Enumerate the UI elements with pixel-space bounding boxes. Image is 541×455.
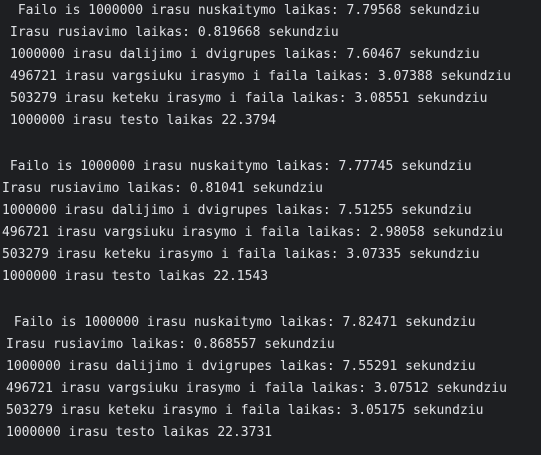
console-line: 1000000 irasu testo laikas 22.3731	[6, 425, 273, 440]
console-line: 1000000 irasu testo laikas 22.1543	[2, 269, 269, 284]
console-line: 503279 irasu keteku irasymo i faila laik…	[10, 91, 488, 106]
console-line: 496721 irasu vargsiuku irasymo i faila l…	[2, 225, 503, 240]
console-line: Irasu rusiavimo laikas: 0.868557 sekundz…	[6, 337, 335, 352]
console-line: Failo is 1000000 irasu nuskaitymo laikas…	[10, 3, 480, 18]
console-line: 1000000 irasu dalijimo i dvigrupes laika…	[2, 203, 472, 218]
console-line: 503279 irasu keteku irasymo i faila laik…	[6, 403, 484, 418]
console-line: Failo is 1000000 irasu nuskaitymo laikas…	[2, 159, 472, 174]
console-line: 496721 irasu vargsiuku irasymo i faila l…	[10, 69, 511, 84]
console-line: Irasu rusiavimo laikas: 0.819668 sekundz…	[10, 25, 339, 40]
console-line: Irasu rusiavimo laikas: 0.81041 sekundzi…	[2, 181, 323, 196]
console-line: 496721 irasu vargsiuku irasymo i faila l…	[6, 381, 507, 396]
console-output[interactable]: Failo is 1000000 irasu nuskaitymo laikas…	[0, 0, 541, 455]
console-line: 503279 irasu keteku irasymo i faila laik…	[2, 247, 480, 262]
console-line: 1000000 irasu dalijimo i dvigrupes laika…	[6, 359, 476, 374]
console-line: 1000000 irasu testo laikas 22.3794	[10, 113, 277, 128]
console-line: 1000000 irasu dalijimo i dvigrupes laika…	[10, 47, 480, 62]
console-line: Failo is 1000000 irasu nuskaitymo laikas…	[6, 315, 476, 330]
